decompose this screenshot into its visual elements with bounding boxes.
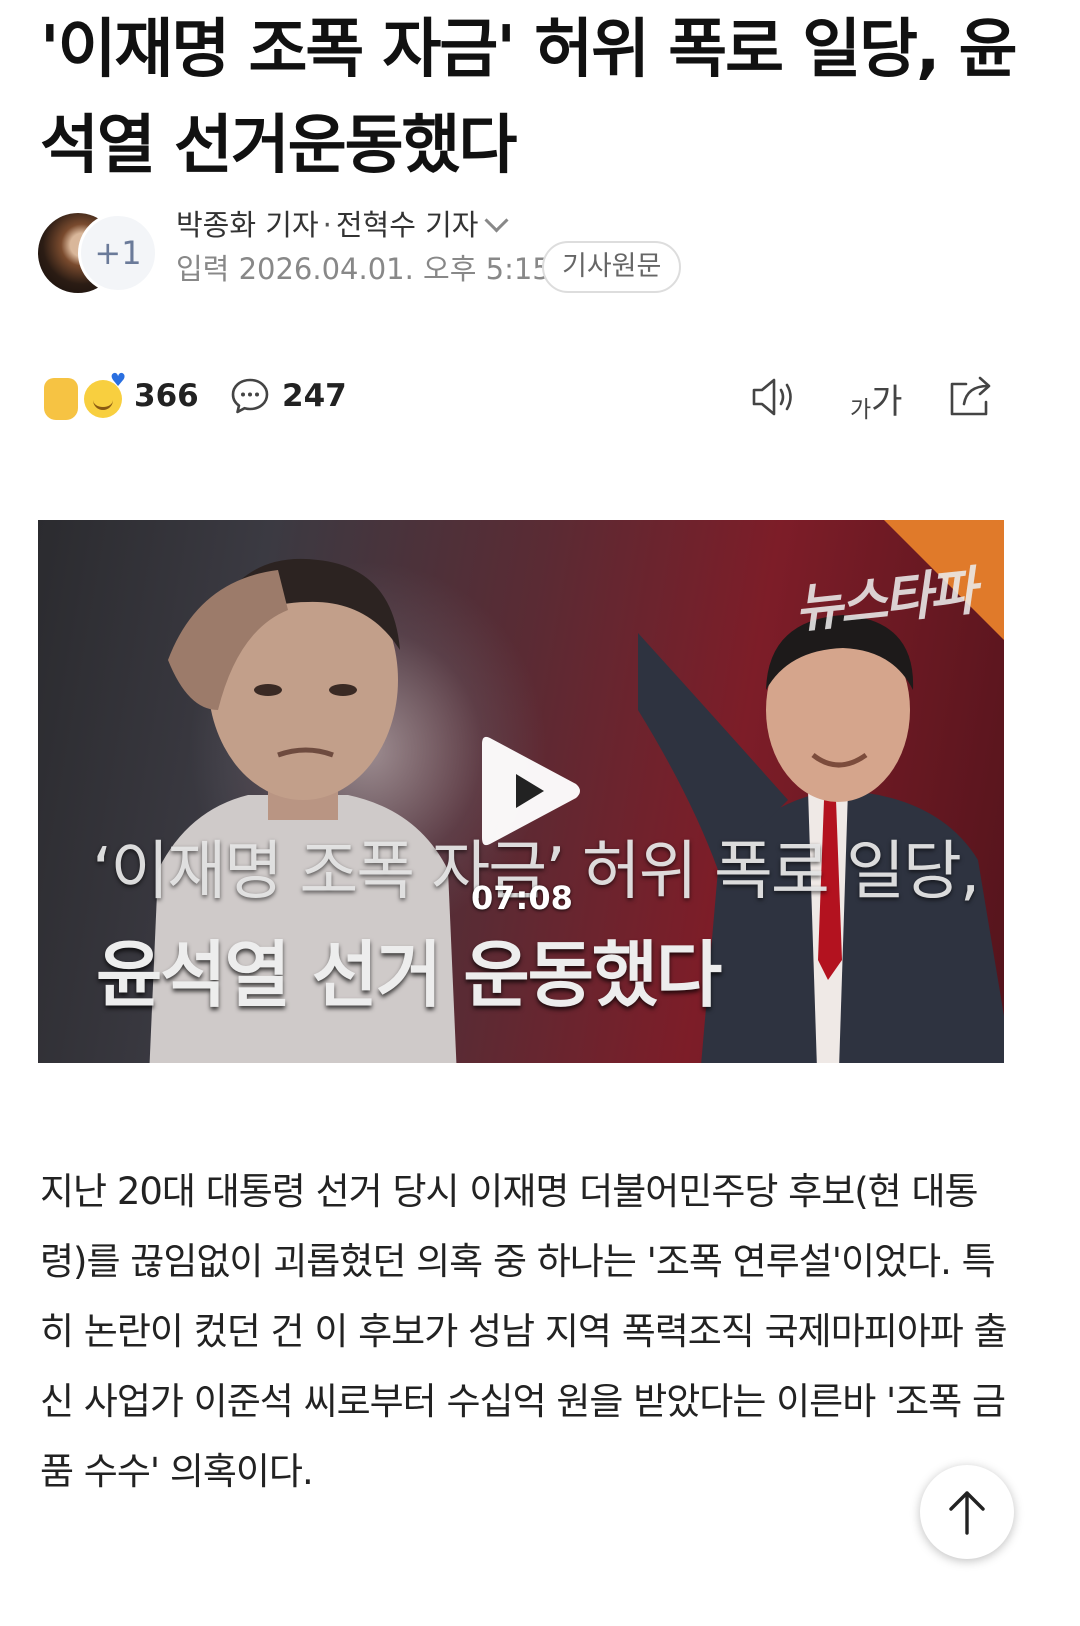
reporter-name-2: 전혁수 기자: [335, 208, 479, 242]
share-icon[interactable]: [946, 372, 996, 420]
reaction-count[interactable]: 366: [134, 376, 199, 416]
video-player[interactable]: 뉴스타파 ‘이재명 조폭 자금’ 허위 폭로 일당, 윤석열 선거 운동했다 0…: [38, 520, 1004, 1063]
arrow-up-icon: [949, 1491, 985, 1535]
article-body-paragraph: 지난 20대 대통령 선거 당시 이재명 더불어민주당 후보(현 대통령)를 끊…: [40, 1170, 1008, 1493]
font-size-button[interactable]: 가가: [850, 374, 910, 423]
article-action-bar: ♥ 366 247 가가: [40, 366, 1010, 430]
original-article-button[interactable]: 기사원문: [542, 241, 682, 293]
comment-icon[interactable]: [230, 376, 270, 416]
video-duration: 07:08: [471, 879, 573, 917]
speaker-icon[interactable]: [750, 374, 800, 420]
scroll-to-top-button[interactable]: [920, 1465, 1014, 1559]
reporter-name-1: 박종화 기자: [176, 208, 319, 242]
font-size-large-label: 가: [871, 382, 903, 422]
video-caption-line-2: 윤석열 선거 운동했다: [96, 933, 722, 1017]
thumbs-up-emoji-icon: [44, 378, 78, 420]
heart-icon: ♥: [110, 370, 127, 391]
article-headline: '이재명 조폭 자금' 허위 폭로 일당, 윤석열 선거운동했다: [40, 13, 1018, 183]
chevron-down-icon[interactable]: [484, 208, 509, 233]
reaction-button[interactable]: ♥: [44, 370, 127, 422]
comment-count[interactable]: 247: [282, 376, 347, 416]
font-size-small-label: 가: [850, 397, 872, 423]
more-reporters-badge[interactable]: +1: [78, 213, 158, 293]
reporter-separator: ·: [322, 208, 332, 242]
byline: +1 박종화 기자 · 전혁수 기자 입력 2026.04.01. 오후 5:15 …: [38, 205, 1038, 305]
play-icon[interactable]: [468, 726, 588, 856]
reporter-names[interactable]: 박종화 기자 · 전혁수 기자: [176, 207, 509, 243]
publish-date: 입력 2026.04.01. 오후 5:15: [176, 252, 551, 286]
